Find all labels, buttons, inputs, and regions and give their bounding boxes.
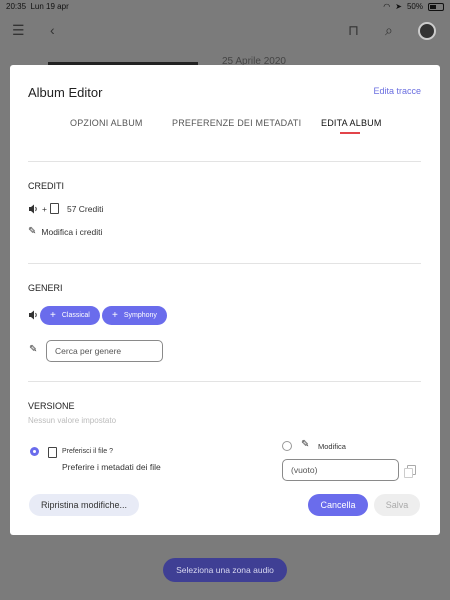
active-tab-indicator bbox=[340, 132, 360, 134]
edit-version-radio[interactable] bbox=[282, 441, 292, 451]
edit-version-label: Modifica bbox=[318, 442, 346, 451]
wifi-icon: ◠ bbox=[383, 2, 391, 11]
credits-heading: CREDITI bbox=[28, 181, 64, 191]
genre-chip-label: Classical bbox=[61, 312, 90, 319]
bookmark-icon[interactable]: ⊓ bbox=[348, 22, 359, 39]
tab-metadata-preferences[interactable]: PREFERENZE DEI METADATI bbox=[172, 118, 301, 128]
tab-edit-album[interactable]: EDITA ALBUM bbox=[321, 118, 382, 128]
prefer-file-radio[interactable] bbox=[30, 447, 39, 456]
genre-search-input[interactable]: Cerca per genere bbox=[46, 340, 163, 362]
credits-count: 57 Crediti bbox=[66, 203, 104, 214]
status-date: Lun 19 apr bbox=[30, 2, 69, 11]
album-editor-modal: Album Editor Edita tracce OPZIONI ALBUM … bbox=[10, 65, 440, 535]
divider bbox=[28, 381, 421, 382]
prefer-file-label: Preferisci il file ? bbox=[62, 448, 113, 455]
app-bar: ☰ ‹ ⊓ ⌕ bbox=[0, 14, 450, 48]
battery-icon bbox=[428, 2, 444, 11]
hamburger-icon[interactable]: ☰ bbox=[12, 22, 25, 39]
battery-percent: 50% bbox=[406, 2, 423, 11]
speaker-icon bbox=[29, 204, 37, 213]
genre-chip-symphony[interactable]: + Symphony bbox=[102, 306, 167, 325]
divider bbox=[28, 161, 421, 162]
location-icon: ➤ bbox=[395, 2, 402, 11]
tab-album-options[interactable]: OPZIONI ALBUM bbox=[70, 118, 143, 128]
version-value-input[interactable]: (vuoto) bbox=[282, 459, 399, 481]
cancel-button[interactable]: Cancella bbox=[308, 494, 368, 516]
divider bbox=[28, 263, 421, 264]
file-icon bbox=[48, 447, 57, 458]
search-icon[interactable]: ⌕ bbox=[385, 22, 393, 39]
genre-chip-classical[interactable]: + Classical bbox=[40, 306, 100, 325]
chevron-left-icon[interactable]: ‹ bbox=[50, 22, 55, 38]
reset-changes-button[interactable]: Ripristina modifiche... bbox=[29, 494, 139, 516]
status-right: ◠ ➤ 50% bbox=[383, 2, 444, 11]
edit-credits-row[interactable]: ✎ Modifica i crediti bbox=[28, 226, 102, 237]
copy-icon[interactable] bbox=[404, 465, 416, 478]
status-time: 20:35 bbox=[6, 2, 27, 11]
speaker-icon bbox=[29, 310, 37, 320]
pencil-icon: ✎ bbox=[28, 226, 37, 237]
credits-plus: + bbox=[42, 203, 47, 214]
select-audio-zone-button[interactable]: Seleziona una zona audio bbox=[163, 558, 287, 582]
genre-chip-label: Symphony bbox=[123, 312, 157, 319]
save-button[interactable]: Salva bbox=[374, 494, 420, 516]
modal-title: Album Editor bbox=[28, 85, 103, 100]
battery-fill bbox=[430, 4, 436, 9]
version-heading: VERSIONE bbox=[28, 401, 75, 411]
pencil-icon: ✎ bbox=[29, 344, 38, 355]
file-icon bbox=[49, 203, 59, 214]
pencil-icon: ✎ bbox=[301, 439, 310, 450]
status-bar: 20:35 Lun 19 apr ◠ ➤ 50% bbox=[0, 0, 450, 14]
genres-heading: GENERI bbox=[28, 283, 63, 293]
status-time-date: 20:35 Lun 19 apr bbox=[6, 2, 69, 11]
edit-credits-label[interactable]: Modifica i crediti bbox=[41, 227, 102, 237]
plus-icon: + bbox=[112, 310, 118, 321]
version-empty-text: Nessun valore impostato bbox=[28, 416, 117, 425]
plus-icon: + bbox=[50, 310, 56, 321]
version-value: (vuoto) bbox=[291, 465, 318, 475]
credits-count-row: + 57 Crediti bbox=[28, 203, 103, 214]
avatar[interactable] bbox=[418, 22, 436, 40]
genre-search-placeholder: Cerca per genere bbox=[55, 346, 122, 356]
prefer-file-description: Preferire i metadati dei file bbox=[62, 462, 161, 472]
edit-tracks-link[interactable]: Edita tracce bbox=[373, 86, 421, 96]
